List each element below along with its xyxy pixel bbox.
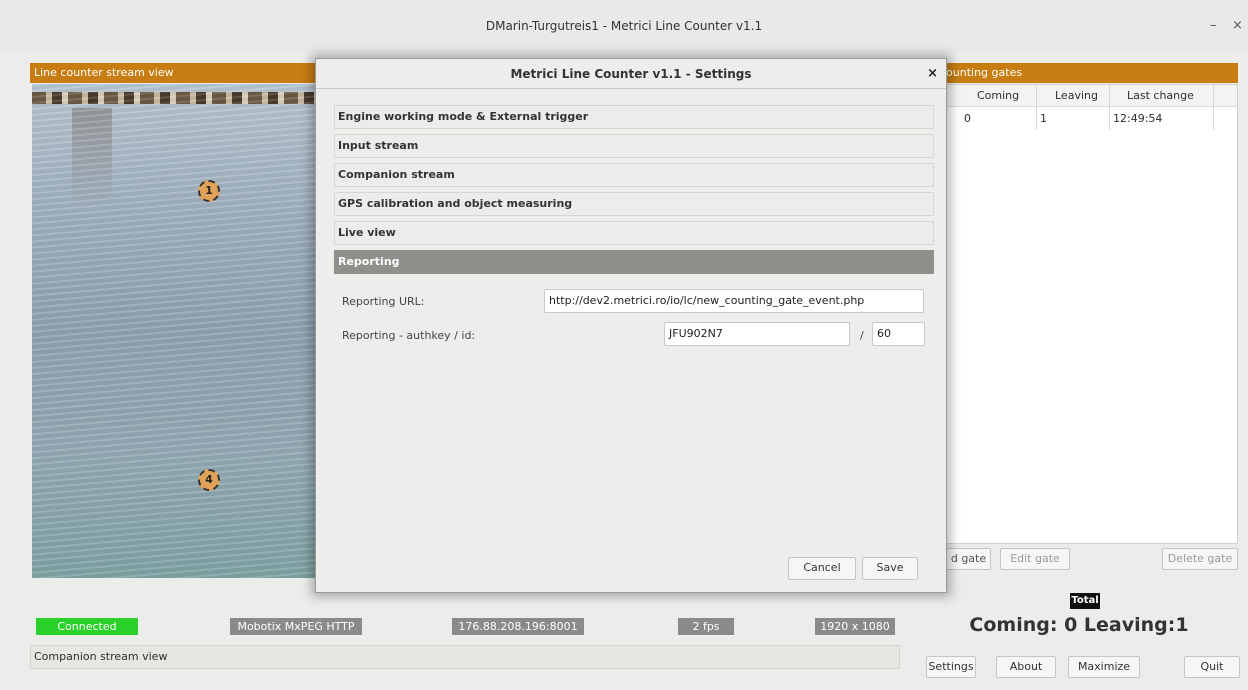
authkey-field[interactable]: JFU902N7 <box>664 322 850 346</box>
add-gate-button[interactable]: d gate <box>946 548 991 570</box>
dialog-title: Metrici Line Counter v1.1 - Settings <box>316 59 946 89</box>
dialog-close-icon[interactable]: × <box>927 59 938 89</box>
table-row[interactable]: 0 1 12:49:54 <box>937 108 1237 130</box>
authkey-id-separator: / <box>860 329 864 342</box>
connection-status-badge: Connected <box>36 618 138 635</box>
column-header-leaving[interactable]: Leaving <box>1055 85 1098 107</box>
resolution-badge: 1920 x 1080 <box>815 618 895 635</box>
minimize-icon[interactable]: – <box>1210 18 1217 33</box>
companion-stream-panel[interactable]: Companion stream view <box>30 645 900 669</box>
cell-leaving: 1 <box>1040 112 1047 125</box>
cancel-button[interactable]: Cancel <box>788 557 856 580</box>
source-type-badge: Mobotix MxPEG HTTP <box>230 618 362 635</box>
window-title: DMarin-Turgutreis1 - Metrici Line Counte… <box>485 19 763 33</box>
section-companion-stream[interactable]: Companion stream <box>334 163 934 187</box>
reporting-url-field[interactable]: http://dev2.metrici.ro/io/lc/new_countin… <box>544 289 924 313</box>
close-icon[interactable]: × <box>1232 18 1243 33</box>
gates-panel-header: counting gates <box>936 63 1238 83</box>
cell-coming: 0 <box>964 112 971 125</box>
stream-water <box>32 84 317 578</box>
section-gps-calibration[interactable]: GPS calibration and object measuring <box>334 192 934 216</box>
quit-button[interactable]: Quit <box>1184 656 1240 678</box>
column-header-coming[interactable]: Coming <box>977 85 1019 107</box>
section-input-stream[interactable]: Input stream <box>334 134 934 158</box>
line-counter-stream-view[interactable]: 1 4 <box>32 84 317 578</box>
section-live-view[interactable]: Live view <box>334 221 934 245</box>
gate-marker-1[interactable]: 1 <box>198 180 220 202</box>
maximize-button[interactable]: Maximize <box>1068 656 1140 678</box>
reporting-url-label: Reporting URL: <box>342 295 425 308</box>
fps-badge: 2 fps <box>678 618 734 635</box>
settings-dialog: Metrici Line Counter v1.1 - Settings × E… <box>315 58 947 593</box>
totals-readout: Coming: 0 Leaving:1 <box>969 614 1189 636</box>
cell-last-change: 12:49:54 <box>1113 112 1163 125</box>
reporting-auth-label: Reporting - authkey / id: <box>342 329 476 342</box>
section-engine-mode[interactable]: Engine working mode & External trigger <box>334 105 934 129</box>
save-button[interactable]: Save <box>862 557 918 580</box>
reporting-id-field[interactable]: 60 <box>872 322 925 346</box>
total-badge: Total <box>1070 593 1100 609</box>
about-button[interactable]: About <box>996 656 1056 678</box>
gates-table-header: Coming Leaving Last change <box>937 85 1237 107</box>
section-reporting[interactable]: Reporting <box>334 250 934 274</box>
settings-button[interactable]: Settings <box>926 656 976 678</box>
stream-panel-header: Line counter stream view <box>30 63 320 83</box>
gates-table[interactable]: Coming Leaving Last change 0 1 12:49:54 <box>936 84 1238 544</box>
window-titlebar: DMarin-Turgutreis1 - Metrici Line Counte… <box>0 0 1248 52</box>
delete-gate-button[interactable]: Delete gate <box>1162 548 1238 570</box>
gate-marker-4[interactable]: 4 <box>198 469 220 491</box>
column-header-last-change[interactable]: Last change <box>1127 85 1194 107</box>
edit-gate-button[interactable]: Edit gate <box>1000 548 1070 570</box>
stream-address-badge: 176.88.208.196:8001 <box>452 618 584 635</box>
